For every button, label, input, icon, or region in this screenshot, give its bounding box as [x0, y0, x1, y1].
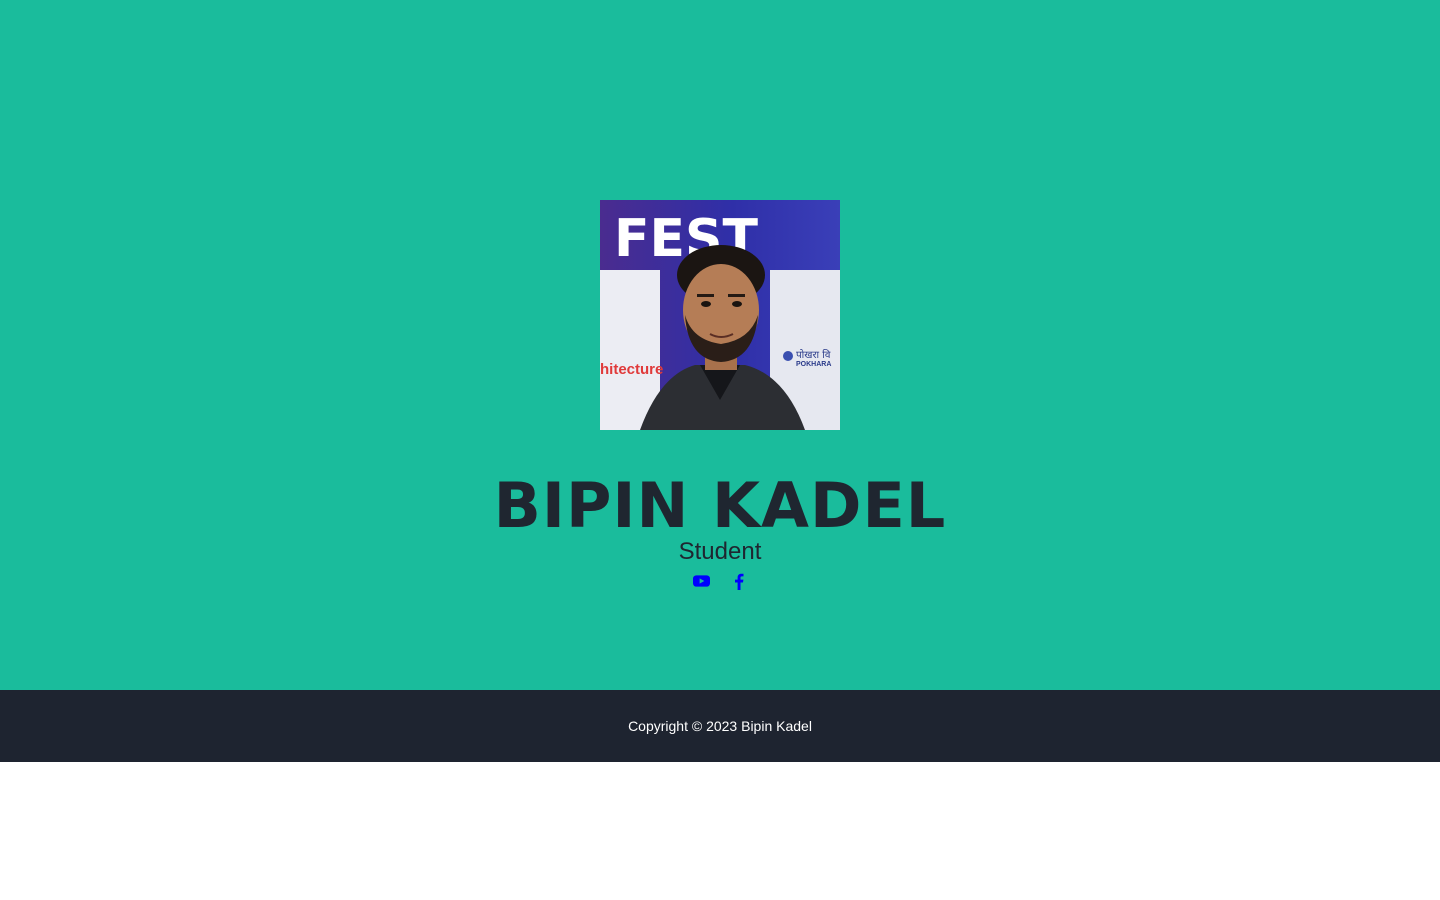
social-links	[0, 571, 1440, 591]
facebook-icon	[734, 573, 743, 590]
photo-right-text-1: पोखरा वि	[796, 349, 831, 361]
profile-name: BIPIN KADEL	[493, 469, 947, 542]
profile-subtitle: Student	[678, 538, 762, 565]
footer: Copyright © 2023 Bipin Kadel	[0, 690, 1440, 762]
youtube-icon	[693, 575, 710, 587]
footer-copyright: Copyright © 2023 Bipin Kadel	[628, 718, 812, 734]
profile-photo-image: FEST hitecture पोखरा वि POKHARA	[600, 200, 840, 430]
photo-right-text-2: POKHARA	[796, 361, 831, 368]
masthead: FEST hitecture पोखरा वि POKHARA BIPIN KA…	[0, 0, 1440, 690]
profile-photo: FEST hitecture पोखरा वि POKHARA	[600, 200, 840, 430]
photo-left-text: hitecture	[600, 361, 663, 378]
youtube-link[interactable]	[693, 571, 710, 591]
facebook-link[interactable]	[730, 571, 747, 591]
